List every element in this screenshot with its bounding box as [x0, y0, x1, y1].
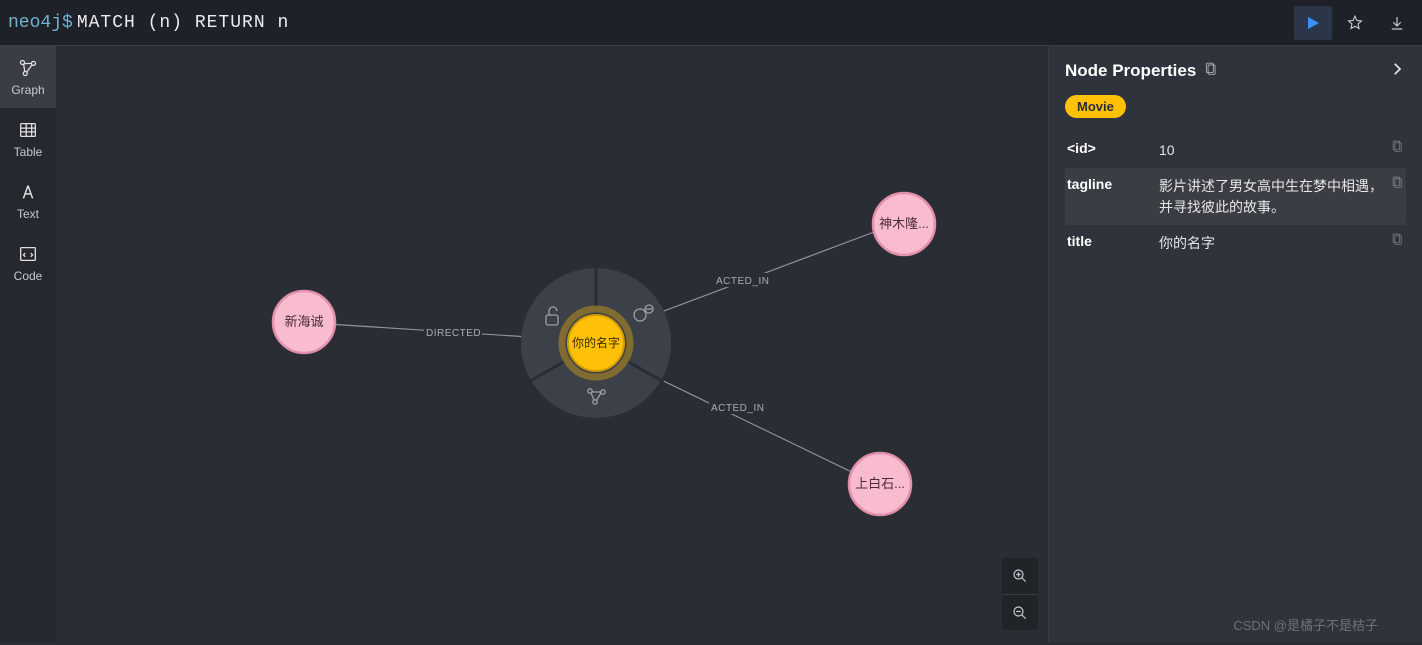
clipboard-icon — [1204, 62, 1218, 76]
copy-button[interactable] — [1391, 233, 1404, 249]
watermark: CSDN @是橘子不是桔子 — [1233, 615, 1378, 634]
tab-table[interactable]: Table — [0, 108, 56, 170]
prop-key: tagline — [1067, 176, 1159, 192]
svg-text:神木隆...: 神木隆... — [879, 216, 929, 231]
query-bar: neo4j$ MATCH (n) RETURN n — [0, 0, 1422, 46]
graph-icon — [17, 57, 39, 79]
zoom-in-icon — [1011, 567, 1029, 585]
run-button[interactable] — [1294, 6, 1332, 40]
zoom-controls — [1002, 558, 1038, 630]
node-movie[interactable]: 你的名字 — [562, 309, 630, 377]
prop-value: 10 — [1159, 140, 1385, 160]
svg-text:ACTED_IN: ACTED_IN — [711, 403, 764, 414]
collapse-panel-button[interactable] — [1388, 60, 1406, 81]
table-icon — [17, 119, 39, 141]
zoom-in-button[interactable] — [1002, 558, 1038, 594]
node-person-3[interactable]: 上白石... — [849, 453, 911, 515]
prop-value: 影片讲述了男女高中生在梦中相遇，并寻找彼此的故事。 — [1159, 176, 1385, 217]
tab-code[interactable]: Code — [0, 232, 56, 294]
prop-row-tagline: tagline 影片讲述了男女高中生在梦中相遇，并寻找彼此的故事。 — [1065, 168, 1406, 225]
tab-text[interactable]: Text — [0, 170, 56, 232]
query-text[interactable]: MATCH (n) RETURN n — [77, 13, 289, 33]
clipboard-icon — [1391, 233, 1404, 246]
properties-panel: Node Properties Movie <id> 10 tagline 影片… — [1048, 46, 1422, 642]
text-icon — [17, 181, 39, 203]
clipboard-icon — [1391, 176, 1404, 189]
tab-graph[interactable]: Graph — [0, 46, 56, 108]
zoom-out-icon — [1011, 604, 1029, 622]
node-label-pill[interactable]: Movie — [1065, 95, 1126, 118]
copy-button[interactable] — [1391, 140, 1404, 156]
svg-text:新海诚: 新海诚 — [284, 314, 323, 329]
prop-key: title — [1067, 233, 1159, 249]
panel-title: Node Properties — [1065, 61, 1196, 81]
star-icon — [1346, 14, 1364, 32]
svg-text:ACTED_IN: ACTED_IN — [716, 276, 769, 287]
svg-text:你的名字: 你的名字 — [572, 335, 620, 350]
zoom-out-button[interactable] — [1002, 594, 1038, 630]
copy-all-button[interactable] — [1204, 62, 1218, 79]
prop-value: 你的名字 — [1159, 233, 1385, 253]
node-person-2[interactable]: 神木隆... — [873, 193, 935, 255]
download-button[interactable] — [1378, 4, 1416, 42]
prop-row-title: title 你的名字 — [1065, 225, 1406, 261]
clipboard-icon — [1391, 140, 1404, 153]
svg-text:DIRECTED: DIRECTED — [426, 328, 481, 339]
node-person-1[interactable]: 新海诚 — [273, 291, 335, 353]
prop-key: <id> — [1067, 140, 1159, 156]
tab-label: Graph — [11, 83, 44, 97]
tab-label: Text — [17, 207, 39, 221]
copy-button[interactable] — [1391, 176, 1404, 192]
graph-canvas[interactable]: DIRECTED ACTED_IN ACTED_IN — [56, 46, 1048, 642]
view-tabs: Graph Table Text Code — [0, 46, 56, 642]
code-icon — [17, 243, 39, 265]
svg-text:上白石...: 上白石... — [855, 476, 905, 491]
prompt-label: neo4j$ — [6, 13, 77, 33]
download-icon — [1388, 14, 1406, 32]
favorite-button[interactable] — [1336, 4, 1374, 42]
prop-row-id: <id> 10 — [1065, 132, 1406, 168]
chevron-right-icon — [1388, 60, 1406, 78]
tab-label: Code — [14, 269, 43, 283]
play-icon — [1306, 16, 1320, 30]
tab-label: Table — [14, 145, 43, 159]
